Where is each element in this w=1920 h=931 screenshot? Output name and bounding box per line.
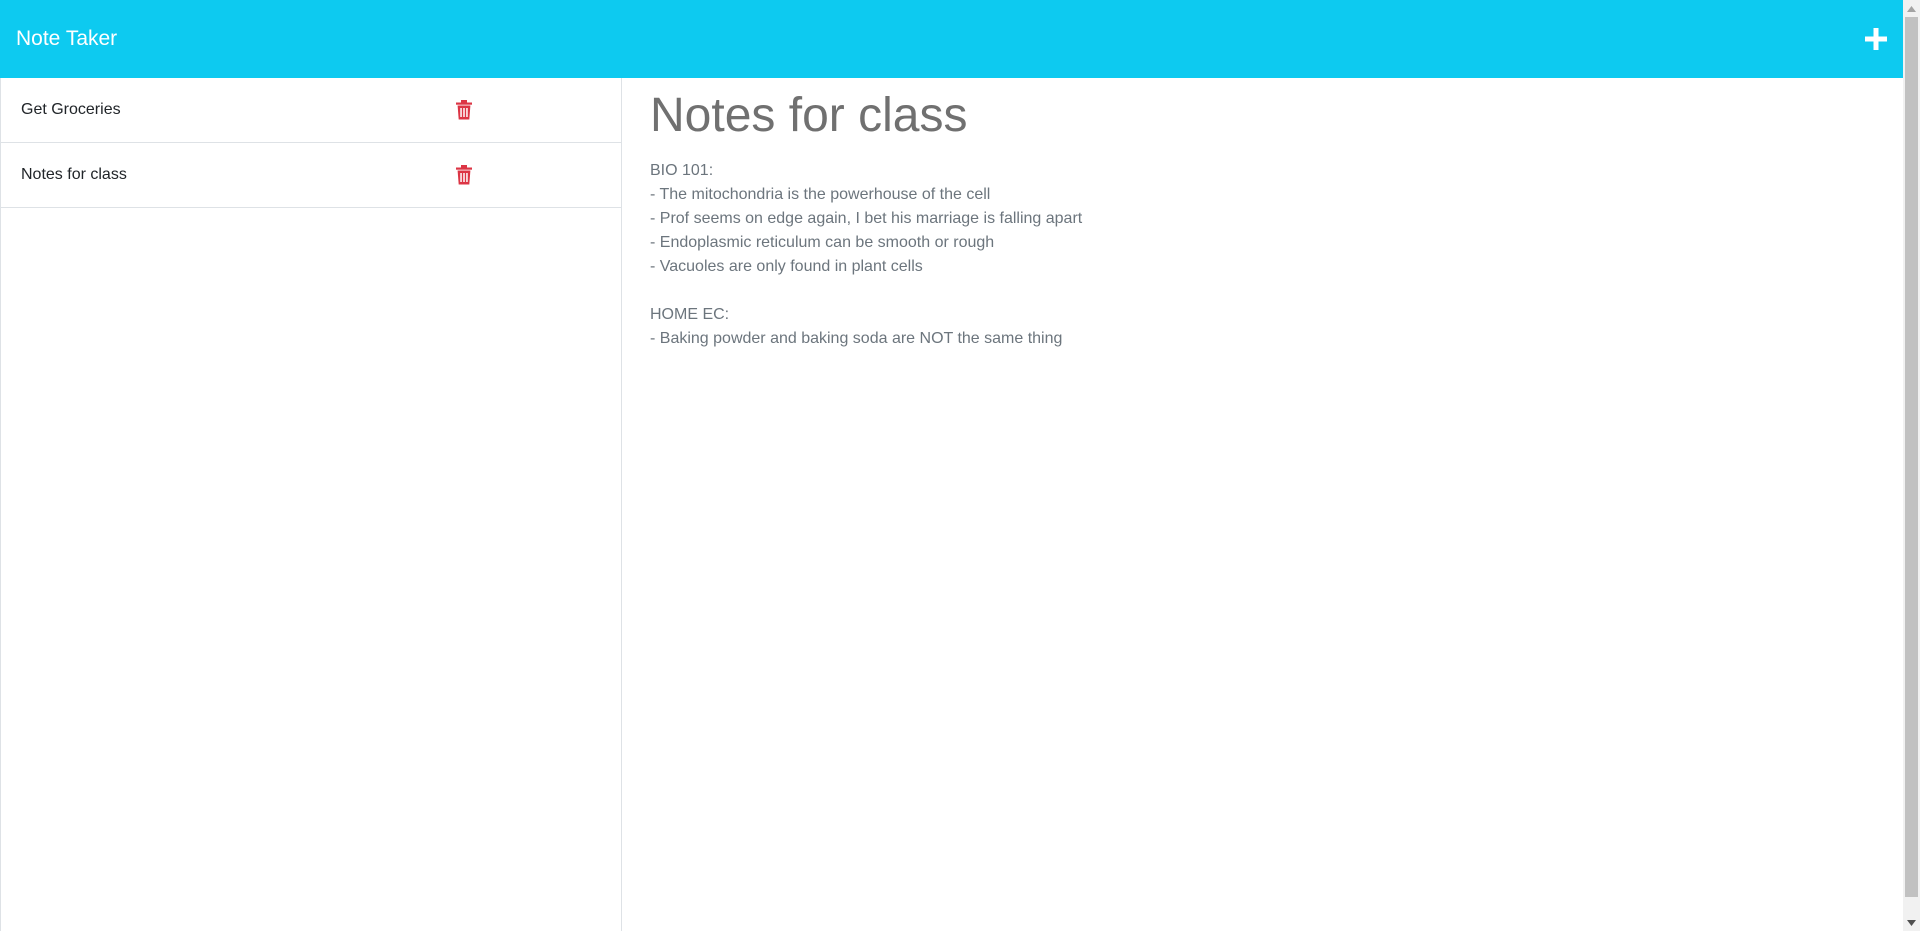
list-item[interactable]: Get Groceries: [1, 78, 621, 143]
app-page: Note Taker Get Groceries Notes for class…: [0, 0, 1920, 931]
notes-sidebar: Get Groceries Notes for class: [0, 78, 622, 931]
trash-icon: [456, 165, 472, 185]
note-view-title[interactable]: Notes for class: [650, 89, 1875, 143]
note-line: - Baking powder and baking soda are NOT …: [650, 329, 1063, 347]
note-line: - Prof seems on edge again, I bet his ma…: [650, 209, 1083, 227]
scroll-up-button[interactable]: [1903, 0, 1920, 17]
vertical-scrollbar[interactable]: [1903, 0, 1920, 931]
note-line: HOME EC:: [650, 305, 730, 323]
note-line: - Vacuoles are only found in plant cells: [650, 257, 923, 275]
app-brand[interactable]: Note Taker: [16, 27, 117, 51]
note-title: Get Groceries: [21, 101, 121, 118]
note-title: Notes for class: [21, 166, 127, 183]
note-line: - Endoplasmic reticulum can be smooth or…: [650, 233, 995, 251]
scroll-down-arrow-icon: [1907, 919, 1916, 926]
note-line: BIO 101:: [650, 161, 714, 179]
trash-icon: [456, 100, 472, 120]
app-viewport: Note Taker Get Groceries Notes for class…: [0, 0, 1903, 931]
plus-icon: [1865, 28, 1887, 50]
navbar: Note Taker: [0, 0, 1903, 78]
delete-note-button[interactable]: [456, 100, 474, 120]
scroll-thumb[interactable]: [1905, 17, 1918, 897]
delete-note-button[interactable]: [456, 165, 474, 185]
main-content: Get Groceries Notes for class Notes for …: [0, 78, 1903, 931]
note-view-body[interactable]: BIO 101: - The mitochondria is the power…: [650, 159, 1875, 351]
note-line: - The mitochondria is the powerhouse of …: [650, 185, 991, 203]
scroll-down-button[interactable]: [1903, 914, 1920, 931]
list-item[interactable]: Notes for class: [1, 143, 621, 208]
notes-list: Get Groceries Notes for class: [1, 78, 621, 208]
scroll-up-arrow-icon: [1907, 5, 1916, 12]
add-note-button[interactable]: [1861, 24, 1891, 54]
note-line: [650, 279, 1875, 303]
note-view: Notes for class BIO 101: - The mitochond…: [622, 78, 1903, 931]
